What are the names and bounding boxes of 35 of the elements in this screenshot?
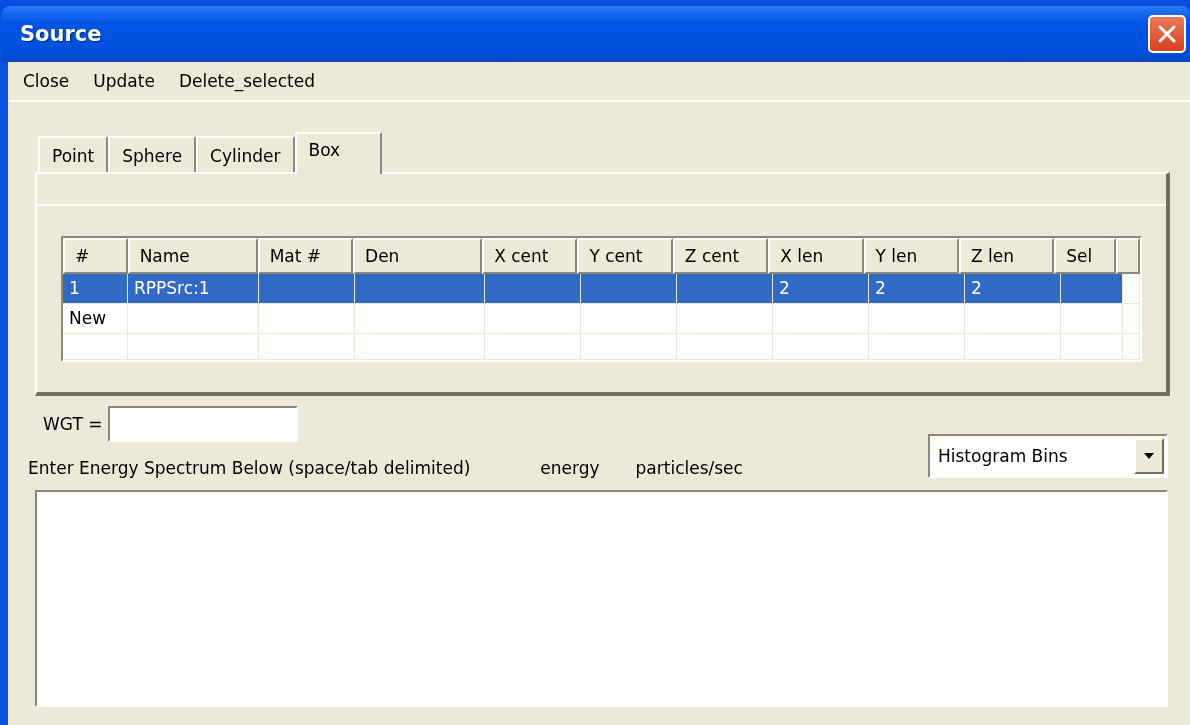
table-cell: 2 [869,274,965,304]
column-header[interactable]: Den [353,238,483,274]
tab[interactable]: Sphere [108,136,197,172]
table-row[interactable]: New [63,304,1140,334]
menu-item[interactable]: Close [23,71,70,91]
mode-dropdown[interactable]: Histogram Bins [928,434,1168,478]
menu-item[interactable]: Delete_selected [178,71,315,91]
column-label: energy [540,458,600,478]
table-cell: RPPSrc:1 [128,274,259,304]
column-header[interactable]: Z len [958,238,1055,274]
table-row[interactable]: 1 RPPSrc:1 2 2 2 [63,274,1140,304]
table-cell: 1 [63,274,128,304]
tab[interactable]: Point [38,136,109,172]
table-cell: 2 [965,274,1061,304]
close-icon [1156,23,1178,45]
column-header[interactable]: Y len [863,238,959,274]
column-header[interactable]: Name [127,238,258,274]
tab[interactable]: Box [294,132,383,174]
table-cell: 2 [773,274,869,304]
column-header[interactable]: X cent [482,238,578,274]
dropdown-arrow-icon [1143,452,1155,460]
column-label: particles/sec [635,458,743,478]
table-cell: New [63,304,128,334]
spectrum-label: Enter Energy Spectrum Below (space/tab delimited) [28,458,471,478]
close-button[interactable] [1148,15,1186,53]
column-header[interactable]: # [63,238,128,274]
column-header[interactable]: Mat # [257,238,354,274]
window-title: Source [20,22,102,46]
menu-item[interactable]: Update [93,71,155,91]
column-header[interactable]: Z cent [672,238,769,274]
wgt-label: WGT = [43,414,103,434]
wgt-field[interactable] [108,406,299,442]
column-header[interactable]: Sel [1054,238,1116,274]
column-header[interactable]: X len [768,238,864,274]
column-header[interactable]: Y cent [577,238,673,274]
